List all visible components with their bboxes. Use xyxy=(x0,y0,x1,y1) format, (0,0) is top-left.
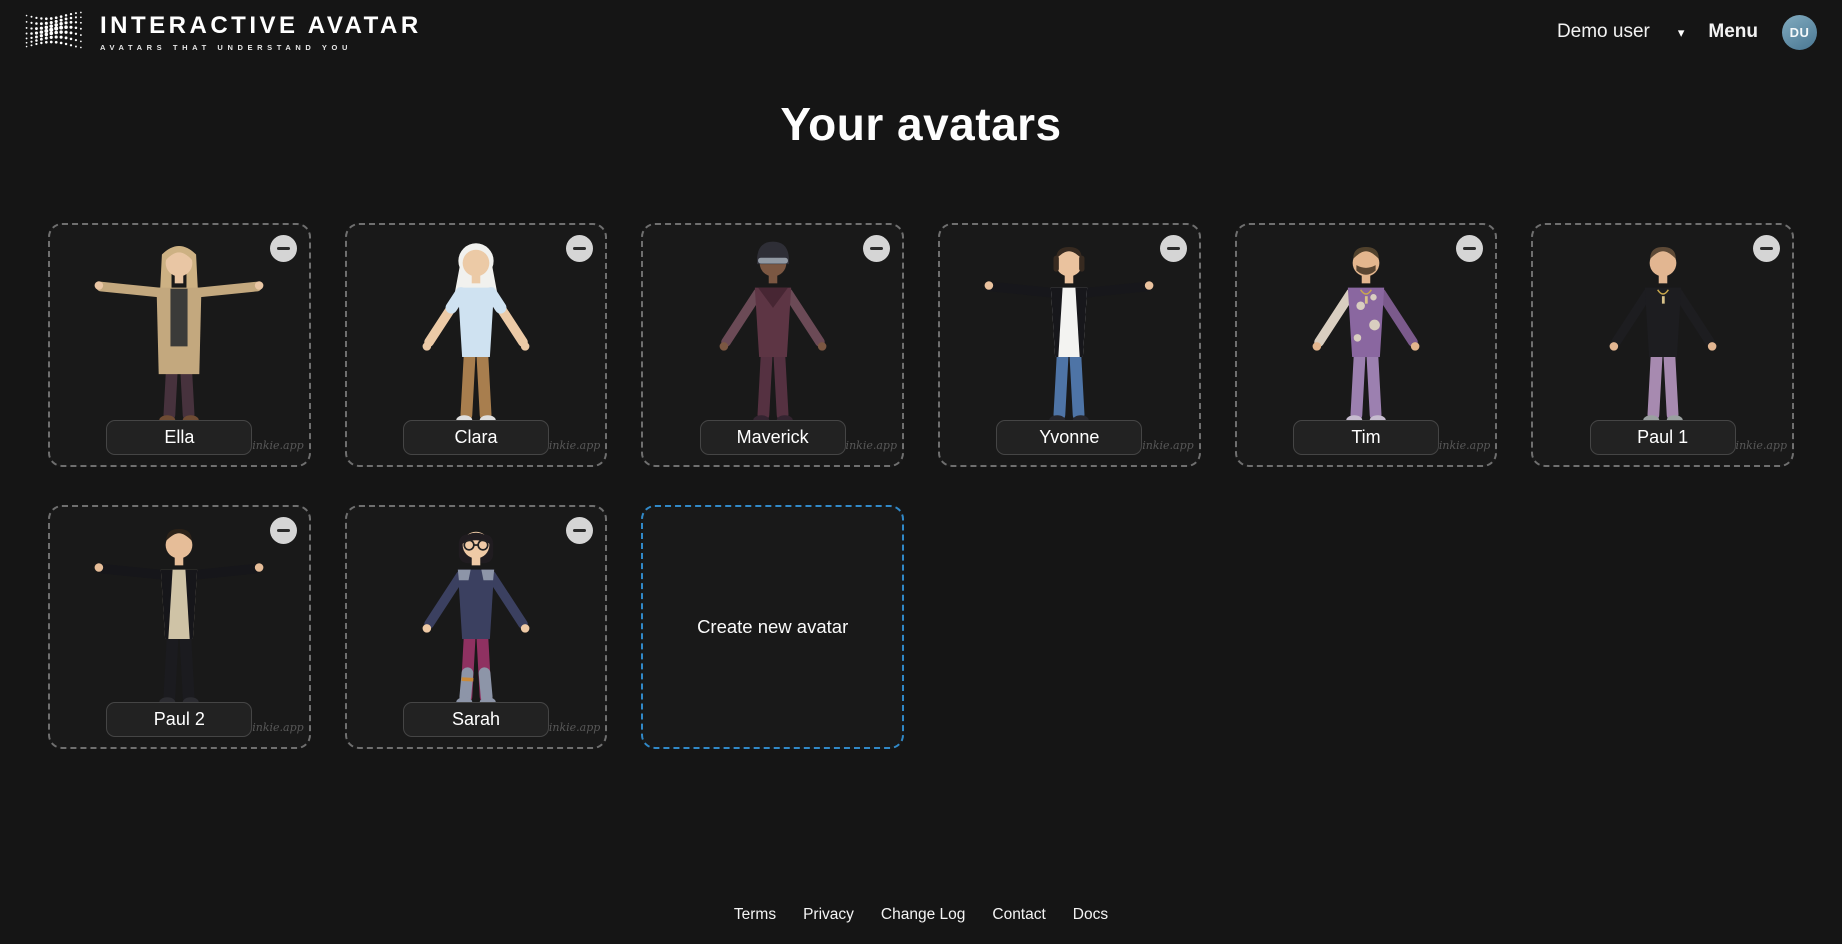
avatar-card[interactable]: Sarah inkie.app xyxy=(345,505,608,749)
user-avatar-badge[interactable]: DU xyxy=(1782,15,1817,50)
avatar-card[interactable]: Paul 1 inkie.app xyxy=(1531,223,1794,467)
remove-avatar-button[interactable] xyxy=(863,235,890,262)
avatar-name-plate: Clara xyxy=(403,420,549,455)
avatar-card[interactable]: Maverick inkie.app xyxy=(641,223,904,467)
avatar-card[interactable]: Ella inkie.app xyxy=(48,223,311,467)
avatar-name-plate: Tim xyxy=(1293,420,1439,455)
minus-icon xyxy=(1167,247,1180,250)
avatar-name-plate: Maverick xyxy=(700,420,846,455)
brand-tagline: AVATARS THAT UNDERSTAND YOU xyxy=(100,43,422,52)
avatar-card[interactable]: Yvonne inkie.app xyxy=(938,223,1201,467)
minus-icon xyxy=(277,247,290,250)
create-avatar-card[interactable]: Create new avatar xyxy=(641,505,904,749)
minus-icon xyxy=(1463,247,1476,250)
menu-button[interactable]: Menu xyxy=(1708,21,1758,43)
brand[interactable]: INTERACTIVE AVATAR AVATARS THAT UNDERSTA… xyxy=(22,8,422,56)
avatar-grid: Ella inkie.app Clara inkie.app Maverick … xyxy=(48,223,1794,749)
minus-icon xyxy=(573,247,586,250)
brand-title: INTERACTIVE AVATAR xyxy=(100,12,422,40)
avatar-card[interactable]: Tim inkie.app xyxy=(1235,223,1498,467)
footer-link-privacy[interactable]: Privacy xyxy=(803,906,854,924)
avatar-card[interactable]: Clara inkie.app xyxy=(345,223,608,467)
minus-icon xyxy=(870,247,883,250)
app-header: INTERACTIVE AVATAR AVATARS THAT UNDERSTA… xyxy=(0,0,1842,64)
create-avatar-label: Create new avatar xyxy=(697,616,848,638)
footer: Terms Privacy Change Log Contact Docs xyxy=(0,906,1842,924)
avatar-card[interactable]: Paul 2 inkie.app xyxy=(48,505,311,749)
user-dropdown-label: Demo user xyxy=(1557,21,1650,43)
footer-link-terms[interactable]: Terms xyxy=(734,906,776,924)
minus-icon xyxy=(573,529,586,532)
avatar-name-plate: Paul 1 xyxy=(1590,420,1736,455)
remove-avatar-button[interactable] xyxy=(1160,235,1187,262)
brand-logo-icon xyxy=(22,8,86,56)
avatar-name-plate: Yvonne xyxy=(996,420,1142,455)
remove-avatar-button[interactable] xyxy=(270,235,297,262)
footer-link-docs[interactable]: Docs xyxy=(1073,906,1108,924)
remove-avatar-button[interactable] xyxy=(1753,235,1780,262)
avatar-name-plate: Ella xyxy=(106,420,252,455)
chevron-down-icon: ▾ xyxy=(1678,26,1685,39)
minus-icon xyxy=(277,529,290,532)
minus-icon xyxy=(1760,247,1773,250)
footer-link-change-log[interactable]: Change Log xyxy=(881,906,965,924)
footer-link-contact[interactable]: Contact xyxy=(992,906,1045,924)
avatar-name-plate: Paul 2 xyxy=(106,702,252,737)
avatar-name-plate: Sarah xyxy=(403,702,549,737)
remove-avatar-button[interactable] xyxy=(270,517,297,544)
user-dropdown[interactable]: Demo user ▾ xyxy=(1557,21,1684,43)
page-title: Your avatars xyxy=(0,97,1842,151)
